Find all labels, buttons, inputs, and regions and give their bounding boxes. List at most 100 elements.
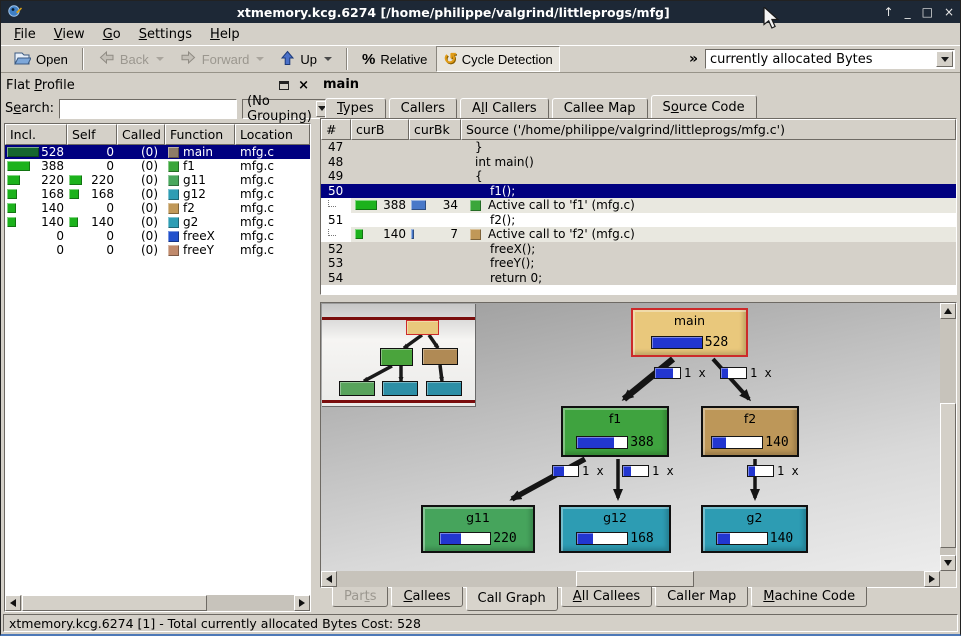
curb-value: 140 [383, 227, 406, 241]
called-value: (0) [117, 145, 165, 159]
up-button[interactable]: Up [273, 47, 339, 72]
scrollbar-thumb[interactable] [22, 595, 207, 611]
graph-node-main[interactable]: main528 [631, 308, 748, 357]
graph-minimap[interactable] [322, 304, 476, 407]
tab-callee-map[interactable]: Callee Map [552, 98, 648, 118]
panel-splitter[interactable] [313, 74, 320, 612]
column-header--[interactable]: # [321, 119, 351, 140]
menu-item-file[interactable]: File [5, 25, 45, 44]
graph-node-g11[interactable]: g11220 [421, 505, 535, 553]
column-header-source[interactable]: Source ('/home/philippe/valgrind/littlep… [461, 119, 956, 140]
horizontal-splitter[interactable] [320, 295, 957, 302]
source-row[interactable]: 51f2(); [321, 213, 956, 228]
relative-button[interactable]: % Relative [355, 48, 434, 71]
function-detail-pane: main TypesCallersAll CallersCallee MapSo… [320, 74, 960, 612]
tab-callees[interactable]: Callees [391, 587, 462, 607]
table-row[interactable]: 140140(0)g2mfg.c [5, 215, 310, 229]
tab-all-callees[interactable]: All Callees [561, 587, 652, 607]
scroll-left-button[interactable] [5, 595, 21, 611]
scroll-right-button[interactable] [294, 595, 310, 611]
table-row[interactable]: 168168(0)g12mfg.c [5, 187, 310, 201]
table-row[interactable]: 220220(0)g11mfg.c [5, 173, 310, 187]
dock-title: Flat Profile [6, 78, 75, 93]
tab-caller-map[interactable]: Caller Map [655, 587, 748, 607]
source-row[interactable]: 49{ [321, 169, 956, 184]
node-label: main [674, 313, 705, 328]
tab-machine-code[interactable]: Machine Code [751, 587, 867, 607]
incl-cell: 0 [5, 229, 67, 243]
curbk-value: 7 [450, 227, 458, 241]
menu-item-go[interactable]: Go [94, 25, 130, 44]
event-type-dropdown-button[interactable] [936, 51, 953, 67]
column-header-called[interactable]: Called [117, 124, 165, 145]
function-cell: f1 [165, 159, 235, 173]
edge-label-f2-g2: 1 x [747, 464, 799, 478]
cycle-detection-button[interactable]: ↺ Cycle Detection [436, 46, 559, 72]
source-row[interactable]: 50f1(); [321, 184, 956, 199]
table-row[interactable]: 00(0)freeXmfg.c [5, 229, 310, 243]
up-dropdown-icon[interactable] [324, 57, 332, 61]
source-row[interactable]: 48int main() [321, 155, 956, 170]
node-label: f2 [744, 411, 756, 426]
event-type-select[interactable]: currently allocated Bytes [705, 49, 955, 69]
self-cell: 0 [67, 201, 117, 215]
node-cost-value: 220 [493, 531, 516, 546]
shade-button[interactable]: ↑ [884, 3, 894, 21]
column-header-curb[interactable]: curB [351, 119, 409, 140]
function-cell: g12 [165, 187, 235, 201]
forward-button[interactable]: Forward [173, 47, 272, 71]
close-button[interactable]: × [944, 3, 954, 21]
function-color-icon [168, 147, 179, 158]
function-cell: freeY [165, 243, 235, 257]
menu-item-settings[interactable]: Settings [130, 25, 201, 44]
tab-parts[interactable]: Parts [332, 587, 388, 607]
table-row[interactable]: 00(0)freeYmfg.c [5, 243, 310, 257]
graph-node-g2[interactable]: g2140 [701, 505, 808, 553]
minimize-button[interactable]: _ [905, 3, 911, 21]
self-cell: 0 [67, 243, 117, 257]
source-row[interactable]: 47} [321, 140, 956, 155]
menu-item-view[interactable]: View [45, 25, 94, 44]
graph-node-f1[interactable]: f1388 [561, 406, 669, 457]
toolbar-overflow-chevron[interactable]: » [689, 51, 698, 67]
search-input[interactable] [59, 99, 237, 119]
tab-source-code[interactable]: Source Code [651, 95, 757, 118]
tab-types[interactable]: Types [325, 98, 386, 118]
back-dropdown-icon[interactable] [156, 57, 164, 61]
open-button[interactable]: Open [6, 47, 75, 72]
source-body: 47}48int main()49{50f1();38834Active cal… [321, 140, 956, 294]
back-button[interactable]: Back [91, 47, 171, 71]
source-row[interactable]: 53freeY(); [321, 256, 956, 271]
column-header-incl-[interactable]: Incl. [5, 124, 67, 145]
float-panel-icon[interactable] [279, 81, 289, 90]
node-cost: 140 [716, 531, 793, 546]
tab-call-graph[interactable]: Call Graph [466, 587, 558, 611]
forward-dropdown-icon[interactable] [256, 57, 264, 61]
function-cell: main [165, 145, 235, 159]
detail-tab-bar: TypesCallersAll CallersCallee MapSource … [320, 95, 957, 118]
source-text: Active call to 'f1' (mfg.c) [461, 198, 956, 212]
column-header-location[interactable]: Location [235, 124, 310, 145]
source-row[interactable]: 38834Active call to 'f1' (mfg.c) [321, 198, 956, 213]
source-row[interactable]: 54return 0; [321, 271, 956, 286]
table-row[interactable]: 5280(0)mainmfg.c [5, 145, 310, 159]
menu-item-help[interactable]: Help [201, 25, 249, 44]
column-header-function[interactable]: Function [165, 124, 235, 145]
table-row[interactable]: 3880(0)f1mfg.c [5, 159, 310, 173]
tab-all-callers[interactable]: All Callers [460, 98, 549, 118]
function-color-icon [168, 203, 179, 214]
source-row[interactable]: 52freeX(); [321, 242, 956, 257]
graph-node-g12[interactable]: g12168 [559, 505, 671, 553]
maximize-button[interactable]: □ [922, 3, 933, 21]
column-header-self[interactable]: Self [67, 124, 117, 145]
function-color-icon [168, 161, 179, 172]
close-panel-icon[interactable]: × [298, 81, 309, 91]
graph-node-f2[interactable]: f2140 [701, 406, 799, 457]
source-row[interactable]: 1407Active call to 'f2' (mfg.c) [321, 227, 956, 242]
tab-callers[interactable]: Callers [389, 98, 457, 118]
flat-profile-hscrollbar[interactable] [5, 595, 310, 611]
location-value: mfg.c [235, 145, 310, 159]
column-header-curbk[interactable]: curBk [409, 119, 461, 140]
up-arrow-icon [280, 50, 295, 69]
table-row[interactable]: 1400(0)f2mfg.c [5, 201, 310, 215]
